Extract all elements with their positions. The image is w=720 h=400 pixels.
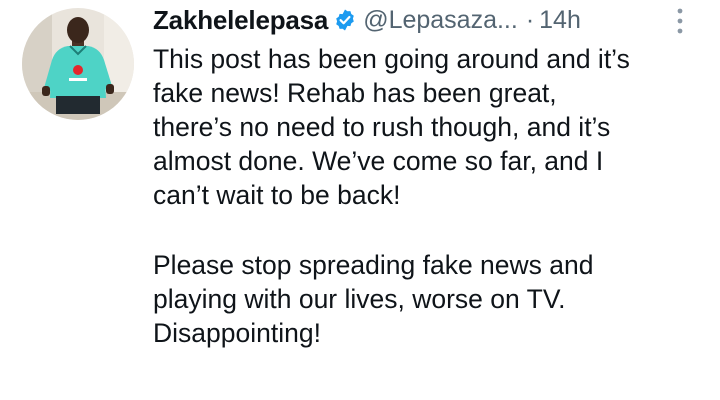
tweet-text-line: there’s no need to rush though, and it’s	[153, 112, 611, 142]
header-separator: ·	[525, 5, 535, 34]
author-handle[interactable]: @Lepasaza...	[363, 6, 518, 35]
tweet[interactable]: Zakhelelepasa @Lepasaza... · 14h This po…	[0, 0, 720, 400]
paragraph-break	[153, 212, 713, 248]
tweet-text-line: Disappointing!	[153, 318, 321, 348]
tweet-header: Zakhelelepasa @Lepasaza... · 14h	[153, 0, 713, 40]
tweet-text-line: This post has been going around and it’s	[153, 44, 630, 74]
avatar[interactable]	[22, 8, 134, 120]
tweet-text-line: fake news! Rehab has been great,	[153, 78, 557, 108]
tweet-text-line: almost done. We’ve come so far, and I	[153, 146, 604, 176]
profile-photo	[22, 8, 134, 120]
author-display-name[interactable]: Zakhelelepasa	[153, 5, 328, 36]
ellipsis-vertical-icon[interactable]	[668, 4, 692, 38]
tweet-text: This post has been going around and it’s…	[153, 42, 713, 350]
tweet-text-line: Please stop spreading fake news and	[153, 250, 594, 280]
tweet-text-line: can’t wait to be back!	[153, 180, 401, 210]
tweet-timestamp[interactable]: 14h	[539, 6, 581, 35]
tweet-text-line: playing with our lives, worse on TV.	[153, 284, 566, 314]
verified-badge-icon	[333, 8, 357, 32]
